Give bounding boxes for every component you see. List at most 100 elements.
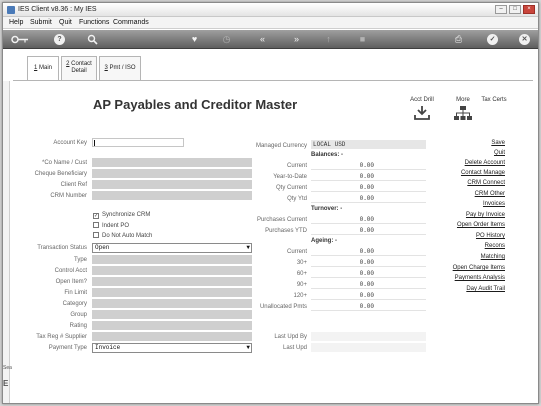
hierarchy-icon [454, 106, 472, 120]
qty-ytd-label: Qty Ytd [287, 196, 307, 202]
pay-by-invoice-link[interactable]: Pay by Invoice [466, 212, 505, 218]
group-label: Group [70, 312, 87, 318]
account-key-input[interactable] [92, 138, 184, 147]
close-icon[interactable]: ✕ [519, 34, 530, 45]
tab-divider [13, 80, 533, 81]
no-auto-match-label: Do Not Auto Match [102, 233, 153, 239]
balance-ytd-label: Year-to-Date [273, 174, 307, 180]
crm-other-link[interactable]: CRM Other [475, 191, 505, 197]
text-cursor [94, 140, 95, 146]
menu-quit[interactable]: Quit [59, 19, 72, 26]
crm-number-label: CRM Number [50, 193, 87, 199]
client-ref-field[interactable] [92, 180, 252, 189]
category-field[interactable] [92, 299, 252, 308]
open-order-items-link[interactable]: Open Order Items [457, 222, 505, 228]
payment-type-label: Payment Type [48, 345, 87, 351]
search-icon[interactable] [87, 34, 98, 45]
stop-icon[interactable]: ■ [357, 34, 368, 45]
no-auto-match-checkbox[interactable]: Do Not Auto Match [93, 232, 152, 239]
tax-certs-label: Tax Certs [481, 97, 507, 103]
delete-account-link[interactable]: Delete Account [465, 160, 505, 166]
transaction-status-label: Transaction Status [37, 245, 87, 251]
matching-link[interactable]: Matching [481, 254, 505, 260]
fin-limit-label: Fin Limit [64, 290, 87, 296]
indent-po-checkbox[interactable]: Indent PO [93, 222, 129, 229]
day-audit-trail-link[interactable]: Day Audit Trail [466, 286, 505, 292]
download-tray-icon [414, 106, 430, 120]
history-icon[interactable]: ◷ [221, 34, 232, 45]
tab-contact-num: 2 [66, 61, 70, 67]
tax-certs-button[interactable]: Tax Certs [477, 97, 511, 103]
type-label: Type [73, 257, 87, 263]
payment-type-select[interactable]: Invoice ▼ [92, 343, 252, 353]
more-button[interactable]: More [452, 97, 474, 121]
tab-pmt-iso[interactable]: 3 Pmt / ISO [99, 56, 141, 80]
fin-limit-field[interactable] [92, 288, 252, 297]
acct-drill-button[interactable]: Acct Drill [408, 97, 436, 121]
open-charge-items-link[interactable]: Open Charge Items [453, 265, 505, 271]
menu-bar: Help Submit Quit Functions Commands [3, 17, 538, 29]
account-key-label: Account Key [53, 140, 87, 146]
ageing-60-value: 0.00 [311, 269, 426, 278]
tab-contact-label: Contact Detail [71, 61, 92, 74]
cheque-beneficiary-field[interactable] [92, 169, 252, 178]
payment-type-value: Invoice [95, 344, 121, 351]
menu-submit[interactable]: Submit [30, 19, 52, 26]
checkbox-empty-icon [93, 222, 99, 228]
control-acct-field[interactable] [92, 266, 252, 275]
balances-heading: Balances: - [311, 152, 344, 158]
client-ref-label: Client Ref [60, 182, 87, 188]
co-name-label: *Co Name / Cust [41, 160, 87, 166]
heart-icon[interactable]: ♥ [189, 34, 200, 45]
print-icon[interactable]: ⎙ [453, 34, 464, 45]
menu-commands[interactable]: Commands [113, 19, 149, 26]
open-item-field[interactable] [92, 277, 252, 286]
check-icon[interactable]: ✓ [487, 34, 498, 45]
transaction-status-select[interactable]: Open ▼ [92, 243, 252, 253]
menu-functions[interactable]: Functions [79, 19, 109, 26]
payments-analysis-link[interactable]: Payments Analysis [455, 275, 505, 281]
type-field[interactable] [92, 255, 252, 264]
tab-contact-detail[interactable]: 2 Contact Detail [61, 56, 97, 80]
fast-forward-icon[interactable]: » [291, 34, 302, 45]
key-icon[interactable] [11, 34, 29, 45]
recons-link[interactable]: Recons [485, 243, 505, 249]
ageing-120-label: 120+ [293, 293, 307, 299]
last-upd-by-label: Last Upd By [274, 334, 307, 340]
side-strip: Sea E [3, 81, 12, 403]
save-link[interactable]: Save [491, 140, 505, 146]
ageing-heading: Ageing: - [311, 238, 337, 244]
tab-pmt-num: 3 [104, 65, 108, 71]
toolbar: ? ♥ ◷ « » ↑ ■ ⎙ ✓ ✕ [3, 30, 538, 49]
upload-icon[interactable]: ↑ [323, 34, 334, 45]
maximize-button[interactable]: □ [509, 5, 521, 14]
sync-crm-checkbox[interactable]: ✓ Synchronize CRM [93, 212, 150, 219]
window-close-button[interactable]: × [523, 5, 535, 14]
help-icon[interactable]: ? [54, 34, 65, 45]
tax-reg-field[interactable] [92, 332, 252, 341]
po-history-link[interactable]: PO History [476, 233, 505, 239]
invoices-link[interactable]: Invoices [483, 201, 505, 207]
unallocated-pmts-label: Unallocated Pmts [259, 304, 307, 310]
turnover-heading: Turnover: - [311, 206, 343, 212]
group-field[interactable] [92, 310, 252, 319]
cheque-beneficiary-label: Cheque Beneficiary [34, 171, 87, 177]
rewind-icon[interactable]: « [257, 34, 268, 45]
crm-number-field[interactable] [92, 191, 252, 200]
menu-help[interactable]: Help [9, 19, 23, 26]
contact-manage-link[interactable]: Contact Manage [461, 170, 505, 176]
tab-pmt-label: Pmt / ISO [109, 65, 136, 71]
side-strip-text: Sea [3, 365, 12, 371]
tab-main[interactable]: 1 Main [27, 56, 59, 81]
crm-connect-link[interactable]: CRM Connect [467, 180, 505, 186]
more-label: More [456, 97, 470, 103]
rating-field[interactable] [92, 321, 252, 330]
title-bar: IES Client v8.36 : My IES – □ × [3, 3, 538, 17]
unallocated-pmts-value: 0.00 [311, 302, 426, 311]
quit-link[interactable]: Quit [494, 150, 505, 156]
transaction-status-value: Open [95, 244, 110, 251]
minimize-button[interactable]: – [495, 5, 507, 14]
co-name-field[interactable] [92, 158, 252, 167]
ageing-90-value: 0.00 [311, 280, 426, 289]
acct-drill-label: Acct Drill [410, 97, 434, 103]
